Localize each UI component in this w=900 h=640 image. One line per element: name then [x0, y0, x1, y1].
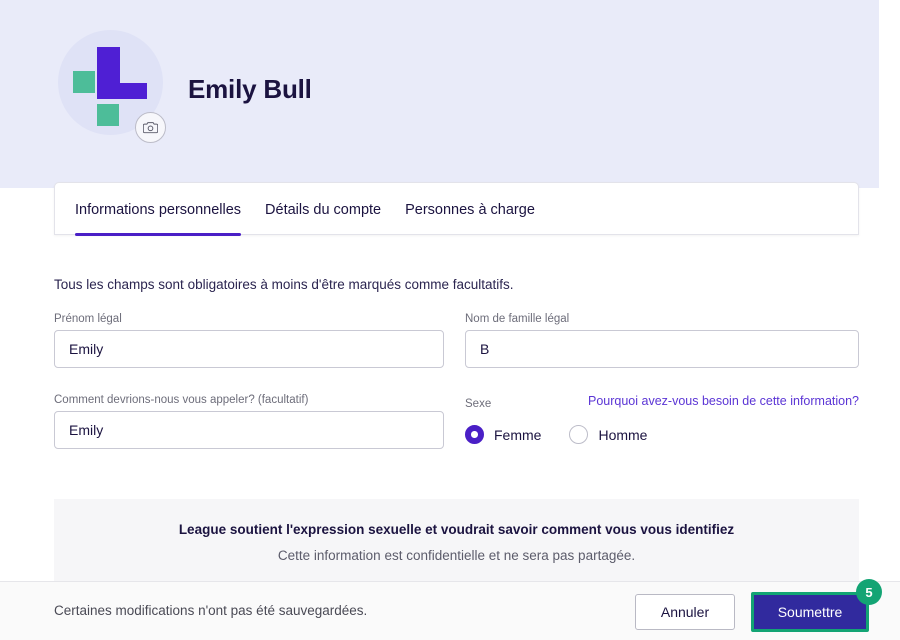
last-name-field: Nom de famille légal	[465, 313, 859, 368]
preferred-name-input[interactable]	[54, 411, 444, 449]
tab-label: Détails du compte	[265, 201, 382, 218]
footer-action-bar: Certaines modifications n'ont pas été sa…	[0, 579, 900, 640]
radio-button-icon	[465, 425, 484, 444]
submit-button[interactable]: Soumettre	[751, 592, 869, 632]
last-name-label: Nom de famille légal	[465, 313, 570, 325]
sex-field-header: Sexe Pourquoi avez-vous besoin de cette …	[465, 394, 859, 411]
banner-subtitle: Cette information est confidentielle et …	[277, 548, 636, 563]
profile-header-band: Emily Bull	[0, 0, 879, 188]
radio-label: Homme	[598, 426, 648, 443]
radio-option-femme[interactable]: Femme	[465, 425, 541, 444]
form-intro-text: Tous les champs sont obligatoires à moin…	[54, 277, 514, 292]
sex-radio-group: Femme Homme	[465, 425, 859, 444]
radio-button-icon	[569, 425, 589, 444]
why-need-info-link[interactable]: Pourquoi avez-vous besoin de cette infor…	[588, 394, 859, 408]
league-logo-icon	[97, 47, 147, 99]
first-name-label: Prénom légal	[54, 313, 122, 325]
banner-title: League soutient l'expression sexuelle et…	[178, 522, 735, 537]
profile-settings-page: Emily Bull Informations personnelles Dét…	[0, 0, 900, 640]
unsaved-changes-message: Certaines modifications n'ont pas été sa…	[54, 603, 368, 618]
tab-label: Informations personnelles	[75, 201, 242, 218]
sex-label: Sexe	[465, 398, 492, 410]
camera-icon[interactable]	[135, 112, 166, 143]
submit-button-group: Soumettre 5	[751, 579, 882, 632]
cancel-button[interactable]: Annuler	[635, 594, 735, 630]
logo-square-left-icon	[73, 71, 95, 93]
radio-label: Femme	[494, 426, 542, 443]
tab-informations-personnelles[interactable]: Informations personnelles	[75, 183, 242, 236]
logo-square-bottom-icon	[97, 104, 119, 126]
tab-list: Informations personnelles Détails du com…	[75, 183, 559, 236]
first-name-input[interactable]	[54, 330, 444, 368]
last-name-input[interactable]	[465, 330, 859, 368]
first-name-field: Prénom légal	[54, 313, 444, 368]
preferred-name-label: Comment devrions-nous vous appeler? (fac…	[54, 394, 309, 406]
gender-expression-banner: League soutient l'expression sexuelle et…	[54, 499, 859, 585]
tab-label: Personnes à charge	[405, 201, 535, 218]
sex-field-group: Sexe Pourquoi avez-vous besoin de cette …	[465, 394, 859, 444]
tab-bar-card: Informations personnelles Détails du com…	[54, 182, 859, 236]
page-title: Emily Bull	[188, 74, 312, 104]
avatar[interactable]	[58, 30, 166, 143]
annotation-badge-5: 5	[856, 579, 882, 605]
preferred-name-field: Comment devrions-nous vous appeler? (fac…	[54, 394, 444, 449]
tab-personnes-a-charge[interactable]: Personnes à charge	[405, 183, 535, 236]
tab-details-du-compte[interactable]: Détails du compte	[265, 183, 381, 236]
radio-option-homme[interactable]: Homme	[569, 425, 647, 444]
